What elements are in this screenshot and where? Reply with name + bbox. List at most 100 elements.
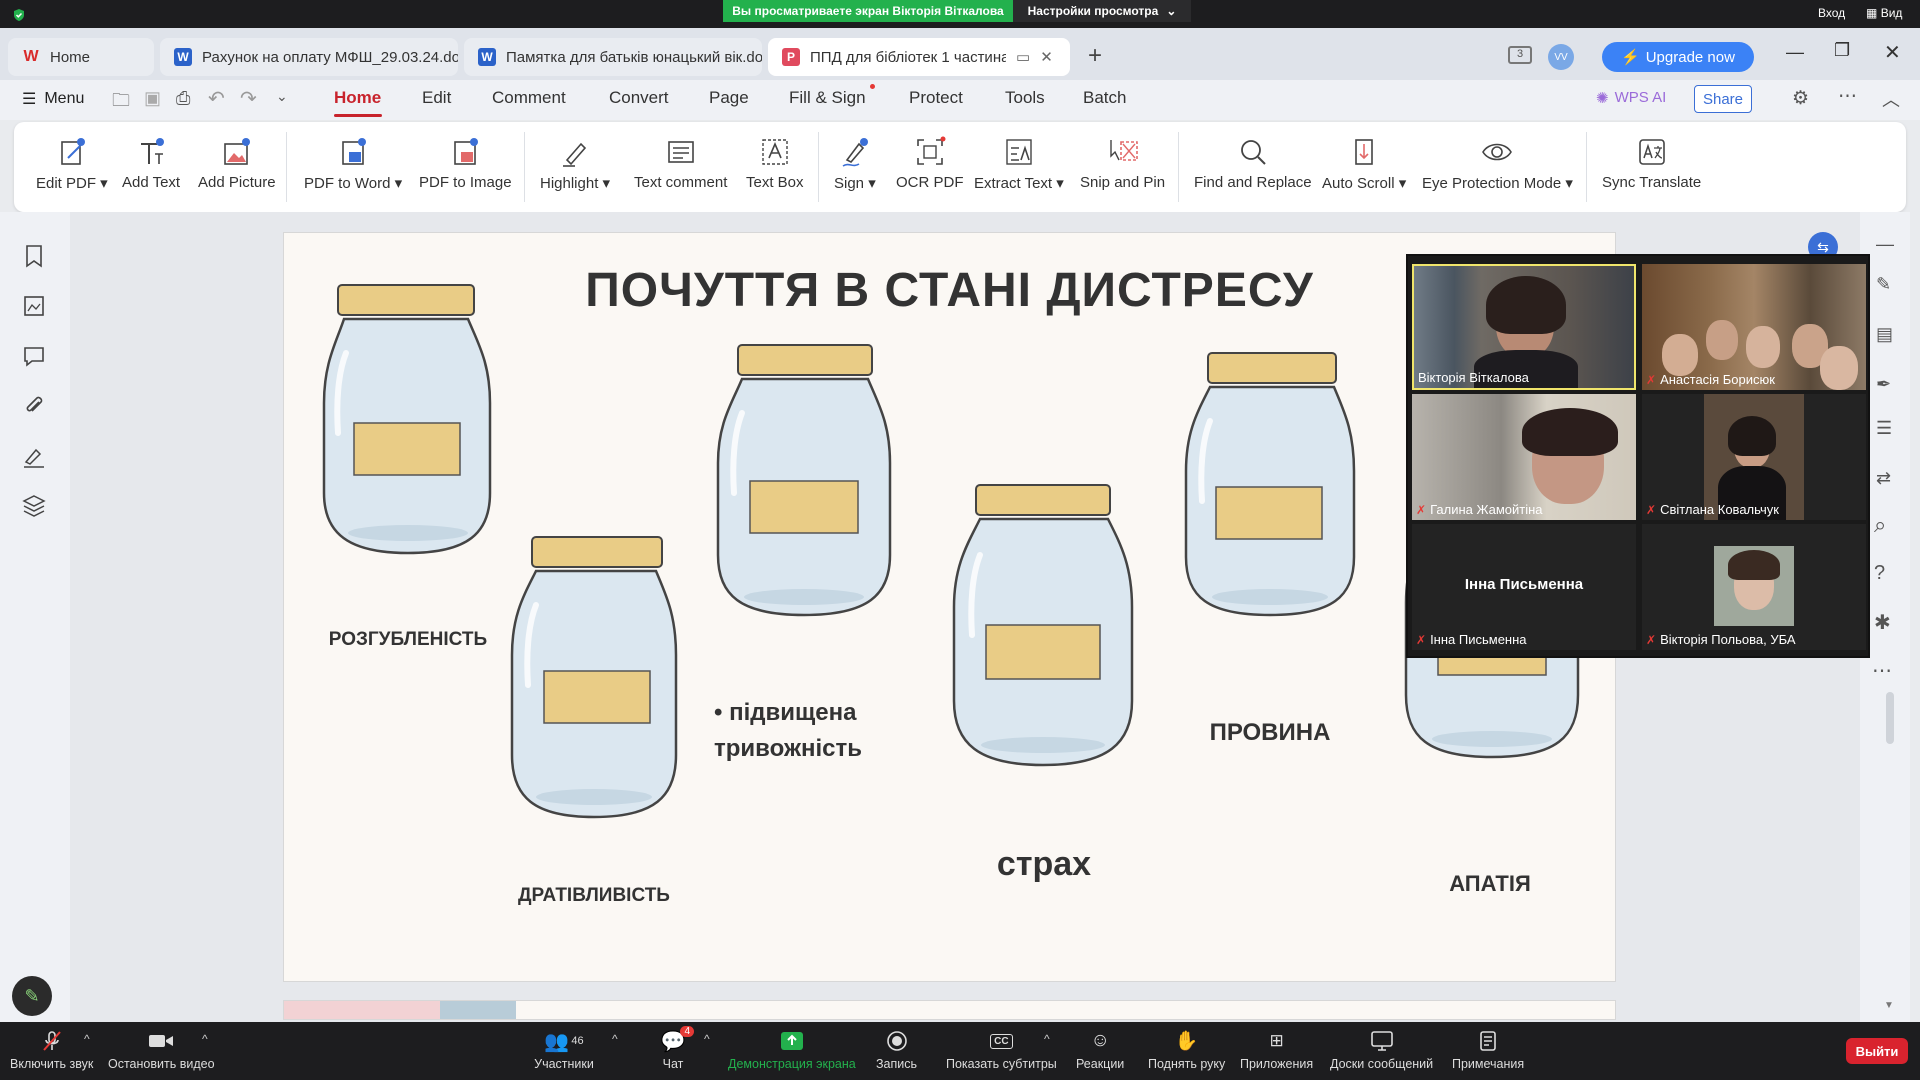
- text-comment-button[interactable]: Text comment: [634, 136, 727, 191]
- sign-button[interactable]: Sign ▾: [834, 136, 876, 192]
- snip-and-pin-button[interactable]: Snip and Pin: [1080, 136, 1165, 191]
- video-tile[interactable]: ✗ Галина Жамойтіна: [1412, 394, 1636, 520]
- print-icon[interactable]: ⎙: [176, 88, 190, 109]
- edit-pdf-button[interactable]: Edit PDF ▾: [36, 136, 108, 192]
- whiteboards-button[interactable]: Доски сообщений: [1330, 1030, 1433, 1071]
- share-button[interactable]: Share: [1694, 85, 1752, 113]
- reactions-button[interactable]: ☺ Реакции: [1076, 1030, 1124, 1071]
- open-folder-icon[interactable]: 🗀: [112, 88, 130, 118]
- share-screen-button[interactable]: Демонстрация экрана: [728, 1030, 856, 1071]
- more-dots-icon[interactable]: ⋯: [1838, 85, 1857, 108]
- collapse-ribbon-icon[interactable]: ︿: [1882, 86, 1900, 112]
- pdf-to-image-button[interactable]: PDF to Image: [419, 136, 512, 191]
- tab-home[interactable]: W Home: [8, 38, 154, 76]
- video-tile-profile-photo[interactable]: ✗ Вікторія Польова, УБА: [1642, 524, 1866, 650]
- caret-up-icon[interactable]: ^: [704, 1032, 710, 1046]
- text-box-button[interactable]: Text Box: [746, 136, 804, 191]
- chat-button[interactable]: 💬 4 Чат: [660, 1026, 694, 1071]
- scroll-down-icon[interactable]: ▼: [1884, 1000, 1894, 1011]
- participants-button[interactable]: 👥 46 Участники: [534, 1030, 594, 1072]
- chevron-down-icon[interactable]: ⌄: [276, 88, 288, 105]
- thumbnail-icon[interactable]: [20, 292, 48, 320]
- caret-up-icon[interactable]: ^: [84, 1032, 90, 1046]
- ocr-pdf-button[interactable]: OCR PDF: [896, 136, 964, 191]
- video-tile-no-video[interactable]: Інна Письменна ✗ Інна Письменна: [1412, 524, 1636, 650]
- pdf-to-word-button[interactable]: PDF to Word ▾: [304, 136, 402, 192]
- window-close-icon[interactable]: ✕: [1884, 40, 1901, 65]
- captions-button[interactable]: CC Показать субтитры: [946, 1030, 1057, 1071]
- tab-edit[interactable]: Edit: [422, 88, 451, 108]
- more-icon[interactable]: ⋯: [1872, 658, 1892, 683]
- minimize-icon[interactable]: —: [1786, 42, 1804, 63]
- layers-icon[interactable]: [20, 492, 48, 520]
- tab-document[interactable]: W Рахунок на оплату МФШ_29.03.24.docx: [160, 38, 458, 76]
- format-icon[interactable]: ☰: [1876, 418, 1892, 439]
- signature-icon[interactable]: [20, 442, 48, 470]
- monitor-icon[interactable]: ▭: [1016, 48, 1030, 66]
- close-icon[interactable]: ✕: [1040, 48, 1053, 66]
- ribbon-toolbar: Edit PDF ▾ Add Text Add Picture PDF to W…: [14, 122, 1906, 212]
- undo-icon[interactable]: ↶: [208, 86, 225, 111]
- save-icon[interactable]: ▣: [144, 88, 161, 109]
- view-settings-button[interactable]: Настройки просмотра ⌄: [1013, 0, 1191, 22]
- find-and-replace-button[interactable]: Find and Replace: [1194, 136, 1312, 191]
- restore-icon[interactable]: ❐: [1834, 40, 1850, 61]
- menu-button[interactable]: ☰ Menu: [22, 89, 84, 109]
- tab-document[interactable]: W Памятка для батьків юнацький вік.docx: [464, 38, 762, 76]
- sync-translate-button[interactable]: Sync Translate: [1602, 136, 1701, 191]
- caret-up-icon[interactable]: ^: [1044, 1032, 1050, 1046]
- apps-button[interactable]: ⊞ Приложения: [1240, 1030, 1313, 1071]
- scrollbar-thumb[interactable]: [1886, 692, 1894, 744]
- search-icon: [1240, 140, 1266, 165]
- tab-tools[interactable]: Tools: [1005, 88, 1045, 108]
- comment-icon[interactable]: [20, 342, 48, 370]
- zoom-search-icon[interactable]: ⌕: [1874, 512, 1886, 538]
- wps-ai-button[interactable]: ✺ WPS AI: [1596, 89, 1666, 107]
- raise-hand-button[interactable]: ✋ Поднять руку: [1148, 1030, 1225, 1071]
- avatar[interactable]: VV: [1548, 44, 1574, 70]
- record-button[interactable]: Запись: [876, 1030, 917, 1071]
- add-text-button[interactable]: Add Text: [122, 136, 180, 191]
- bookmark-icon[interactable]: [20, 242, 48, 270]
- translate-icon: ⇆: [1817, 238, 1829, 255]
- redo-icon[interactable]: ↷: [240, 86, 257, 111]
- sign-icon[interactable]: ✒: [1876, 374, 1891, 395]
- auto-scroll-button[interactable]: Auto Scroll ▾: [1322, 136, 1406, 192]
- video-tile-active-speaker[interactable]: Вікторія Віткалова: [1412, 264, 1636, 390]
- video-tile[interactable]: ✗ Анастасія Борисюк: [1642, 264, 1866, 390]
- document-icon[interactable]: ▤: [1876, 324, 1893, 345]
- extract-text-button[interactable]: Extract Text ▾: [974, 136, 1064, 192]
- attachment-icon[interactable]: [20, 392, 48, 420]
- minus-icon[interactable]: —: [1876, 234, 1894, 255]
- caret-up-icon[interactable]: ^: [202, 1032, 208, 1046]
- stop-video-button[interactable]: Остановить видео: [108, 1030, 215, 1071]
- upgrade-button[interactable]: ⚡ Upgrade now: [1602, 42, 1754, 72]
- view-button[interactable]: ▦ Вид: [1866, 6, 1902, 20]
- tab-batch[interactable]: Batch: [1083, 88, 1126, 108]
- tab-convert[interactable]: Convert: [609, 88, 669, 108]
- tab-protect[interactable]: Protect: [909, 88, 963, 108]
- settings-gear-icon[interactable]: ⚙: [1792, 87, 1809, 110]
- tab-home[interactable]: Home: [334, 88, 381, 108]
- add-picture-button[interactable]: Add Picture: [198, 136, 276, 191]
- highlight-button[interactable]: Highlight ▾: [540, 136, 610, 192]
- leave-button[interactable]: Выйти: [1846, 1038, 1908, 1064]
- tab-page[interactable]: Page: [709, 88, 749, 108]
- annotate-pen-button[interactable]: ✎: [12, 976, 52, 1016]
- captions-label: Показать субтитры: [946, 1057, 1057, 1071]
- notes-button[interactable]: Примечания: [1452, 1030, 1524, 1071]
- tab-comment[interactable]: Comment: [492, 88, 566, 108]
- help-icon[interactable]: ?: [1874, 562, 1885, 585]
- edit-icon[interactable]: ✎: [1876, 274, 1891, 295]
- login-button[interactable]: Вход: [1818, 6, 1845, 20]
- video-tile[interactable]: ✗ Світлана Ковальчук: [1642, 394, 1866, 520]
- convert-icon[interactable]: ⇄: [1876, 468, 1891, 489]
- new-tab-plus-icon[interactable]: +: [1088, 42, 1102, 70]
- ai-sparkle-icon[interactable]: ✱: [1874, 610, 1891, 635]
- eye-protection-button[interactable]: Eye Protection Mode ▾: [1422, 136, 1573, 192]
- tab-pdf-active[interactable]: P ППД для бібліотек 1 частина ▭ ✕: [768, 38, 1070, 76]
- tab-fill-sign[interactable]: Fill & Sign: [789, 88, 866, 108]
- unmute-button[interactable]: Включить звук: [10, 1030, 93, 1071]
- tab-count-badge[interactable]: 3: [1508, 46, 1532, 64]
- caret-up-icon[interactable]: ^: [612, 1032, 618, 1046]
